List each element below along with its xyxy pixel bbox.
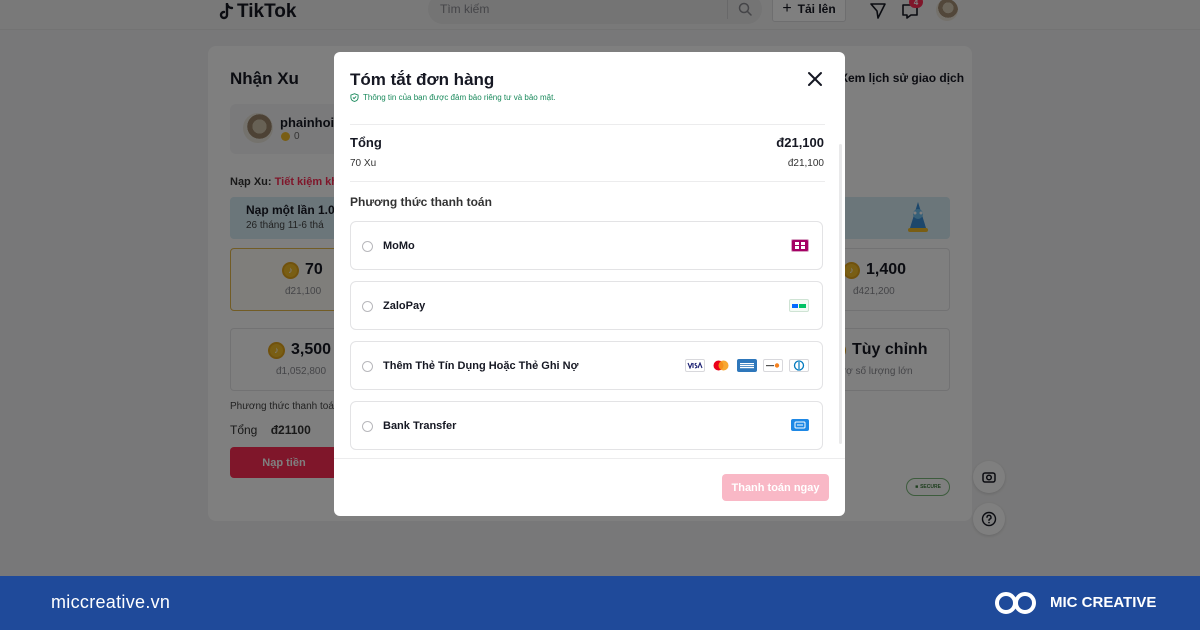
summary-item-price: đ21,100 <box>787 158 824 169</box>
radio-button[interactable] <box>362 301 373 312</box>
divider <box>334 458 845 459</box>
zalopay-logo-icon <box>789 299 809 312</box>
radio-button[interactable] <box>362 241 373 252</box>
pay-now-button[interactable]: Thanh toán ngay <box>722 474 829 501</box>
payment-option-label: Bank Transfer <box>383 420 457 432</box>
amex-logo-icon <box>737 359 757 372</box>
summary-total-value: đ21,100 <box>776 135 824 150</box>
mic-creative-logo-icon <box>995 592 1036 614</box>
payment-logos <box>791 239 809 252</box>
summary-item-label: 70 Xu <box>350 158 377 169</box>
payment-logos <box>791 419 809 431</box>
radio-button[interactable] <box>362 421 373 432</box>
payment-logos <box>685 359 809 372</box>
shield-check-icon <box>350 93 359 102</box>
close-icon <box>808 72 822 86</box>
radio-button[interactable] <box>362 361 373 372</box>
payment-option-label: Thêm Thẻ Tín Dụng Hoặc Thẻ Ghi Nợ <box>383 360 579 372</box>
momo-logo-icon <box>791 239 809 252</box>
modal-scrollbar[interactable] <box>839 144 842 444</box>
payment-methods-title: Phương thức thanh toán <box>350 195 492 209</box>
footer-brand: MIC CREATIVE <box>1050 594 1157 611</box>
payment-option-label: ZaloPay <box>383 300 426 312</box>
payment-option-card[interactable]: Thêm Thẻ Tín Dụng Hoặc Thẻ Ghi Nợ <box>350 341 823 390</box>
divider <box>350 181 825 182</box>
divider <box>350 124 825 125</box>
modal-title: Tóm tắt đơn hàng <box>350 70 495 89</box>
privacy-note: Thông tin của bạn được đảm bảo riêng tư … <box>350 93 556 102</box>
bank-transfer-icon <box>791 419 809 431</box>
close-button[interactable] <box>804 68 826 90</box>
mastercard-logo-icon <box>711 359 731 372</box>
discover-logo-icon <box>763 359 783 372</box>
payment-option-label: MoMo <box>383 240 415 252</box>
footer-banner: miccreative.vn MIC CREATIVE <box>0 576 1200 630</box>
privacy-note-text: Thông tin của bạn được đảm bảo riêng tư … <box>363 93 556 102</box>
summary-total-label: Tổng <box>350 135 382 150</box>
diners-club-logo-icon <box>789 359 809 372</box>
payment-option-momo[interactable]: MoMo <box>350 221 823 270</box>
payment-option-bank-transfer[interactable]: Bank Transfer <box>350 401 823 450</box>
payment-logos <box>789 299 809 312</box>
order-summary-modal: Tóm tắt đơn hàng Thông tin của bạn được … <box>334 52 845 516</box>
payment-option-zalopay[interactable]: ZaloPay <box>350 281 823 330</box>
footer-website: miccreative.vn <box>51 592 171 612</box>
visa-logo-icon <box>685 359 705 372</box>
